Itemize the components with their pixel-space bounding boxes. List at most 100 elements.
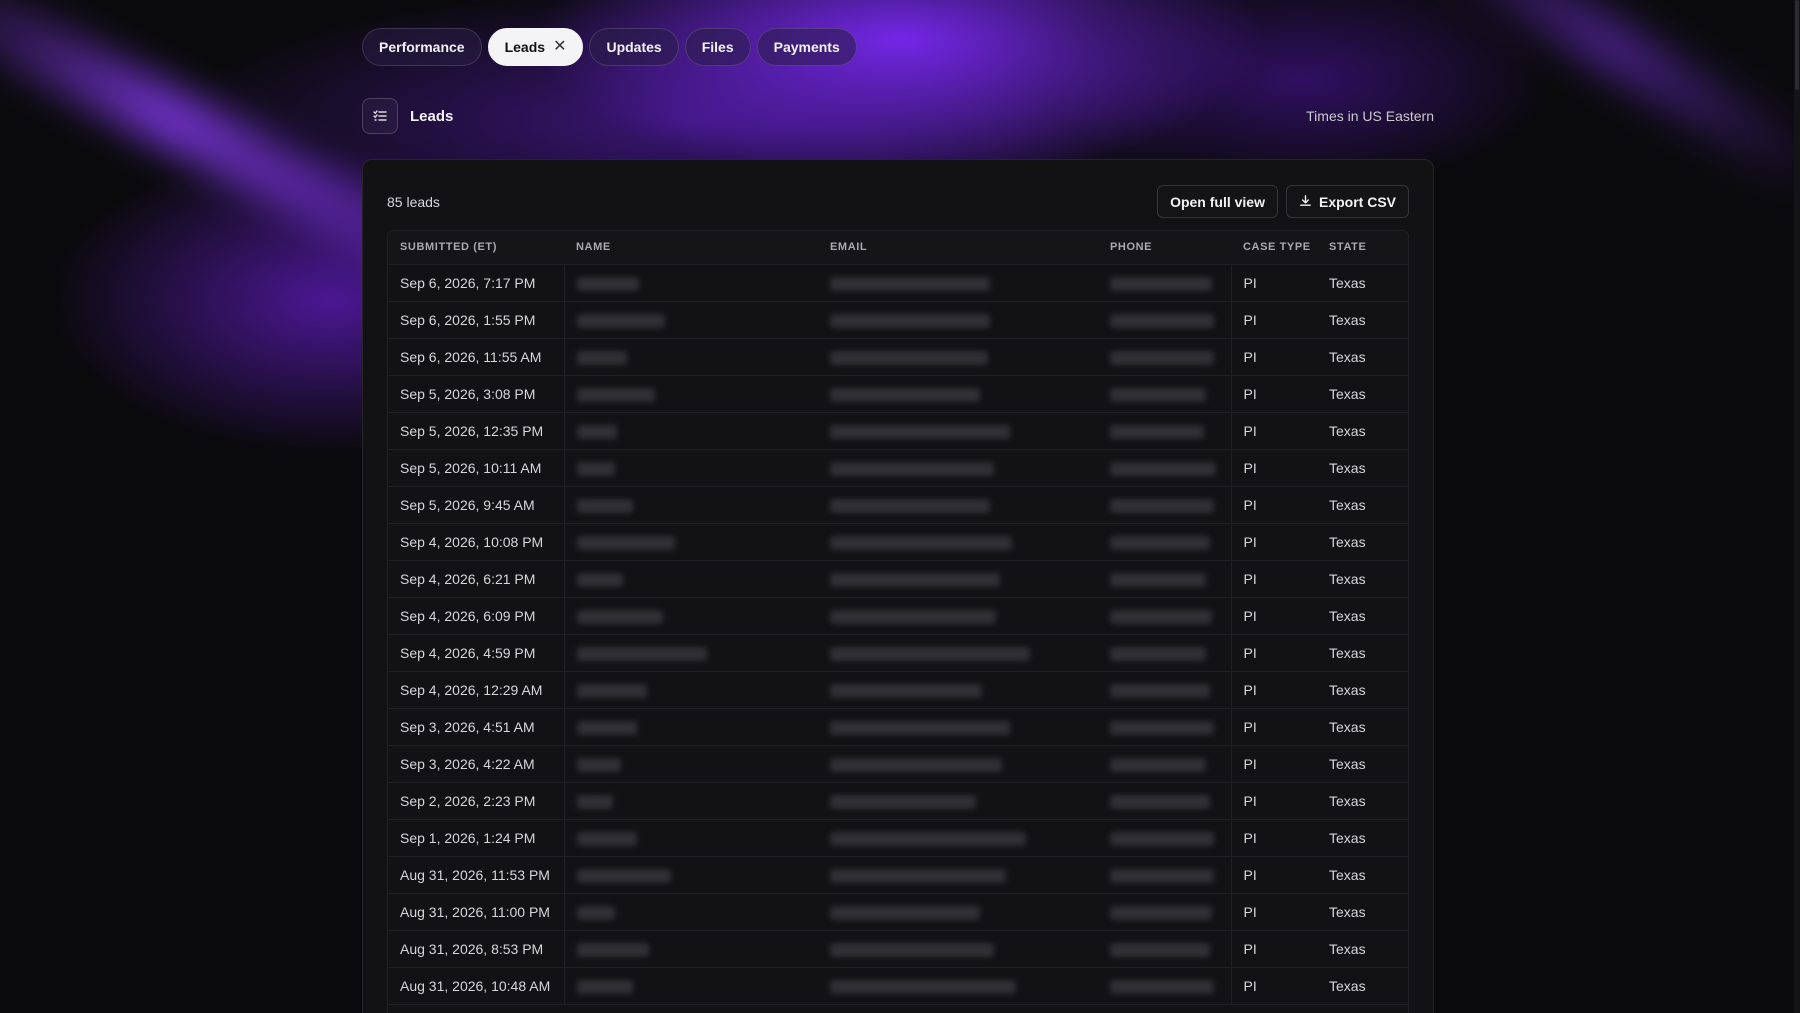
cell-submitted: Aug 31, 2026, 10:48 AM bbox=[388, 967, 565, 1005]
column-state[interactable]: STATE bbox=[1317, 231, 1408, 265]
table-row[interactable]: Sep 6, 2026, 1:55 PM PI Texas bbox=[388, 301, 1408, 339]
redacted-value bbox=[830, 905, 980, 920]
redacted-value bbox=[1110, 498, 1214, 513]
redacted-value bbox=[1110, 609, 1212, 624]
tab-bar: Performance Leads ✕ Updates Files Paymen… bbox=[362, 28, 857, 66]
redacted-value bbox=[1110, 720, 1214, 735]
redacted-value bbox=[830, 831, 1026, 846]
table-row[interactable]: Sep 5, 2026, 3:08 PM PI Texas bbox=[388, 375, 1408, 413]
redacted-value bbox=[830, 498, 990, 513]
redacted-value bbox=[830, 683, 982, 698]
column-case-type[interactable]: CASE TYPE bbox=[1231, 231, 1317, 265]
table-row[interactable]: Aug 31, 2026, 11:53 PM PI Texas bbox=[388, 856, 1408, 894]
redacted-value bbox=[576, 424, 617, 439]
redacted-value bbox=[576, 720, 637, 735]
cell-phone bbox=[1098, 671, 1231, 709]
table-row[interactable]: Sep 5, 2026, 9:45 AM PI Texas bbox=[388, 486, 1408, 524]
redacted-value bbox=[1110, 794, 1210, 809]
redacted-value bbox=[830, 609, 996, 624]
tab-performance[interactable]: Performance bbox=[362, 28, 482, 66]
cell-name bbox=[564, 375, 818, 413]
cell-submitted: Sep 2, 2026, 2:23 PM bbox=[388, 782, 565, 820]
cell-email bbox=[818, 486, 1098, 524]
redacted-value bbox=[576, 535, 675, 550]
cell-state: Texas bbox=[1317, 856, 1408, 894]
redacted-value bbox=[830, 646, 1030, 661]
cell-submitted: Sep 4, 2026, 12:29 AM bbox=[388, 671, 565, 709]
cell-name bbox=[564, 967, 818, 1005]
cell-submitted: Sep 6, 2026, 1:55 PM bbox=[388, 301, 565, 339]
table-row[interactable]: Sep 5, 2026, 10:11 AM PI Texas bbox=[388, 449, 1408, 487]
table-row[interactable]: Sep 6, 2026, 11:55 AM PI Texas bbox=[388, 338, 1408, 376]
cell-phone bbox=[1098, 856, 1231, 894]
tab-files[interactable]: Files bbox=[684, 28, 751, 66]
redacted-value bbox=[576, 609, 663, 624]
tab-leads[interactable]: Leads ✕ bbox=[487, 28, 584, 66]
cell-name bbox=[564, 782, 818, 820]
list-filter-icon[interactable] bbox=[362, 98, 398, 134]
cell-submitted: Sep 6, 2026, 7:17 PM bbox=[388, 264, 565, 302]
cell-case-type: PI bbox=[1230, 301, 1317, 339]
redacted-value bbox=[830, 572, 1000, 587]
cell-submitted: Aug 31, 2026, 8:53 PM bbox=[388, 930, 565, 968]
redacted-value bbox=[1110, 942, 1210, 957]
cell-name bbox=[564, 523, 818, 561]
card-actions: Open full view Export CSV bbox=[1157, 185, 1409, 218]
cell-name bbox=[564, 338, 818, 376]
cell-case-type: PI bbox=[1230, 597, 1317, 635]
cell-submitted: Sep 4, 2026, 6:09 PM bbox=[388, 597, 565, 635]
cell-name bbox=[564, 560, 818, 598]
cell-state: Texas bbox=[1317, 486, 1408, 524]
cell-phone bbox=[1098, 967, 1231, 1005]
table-row[interactable]: Sep 5, 2026, 12:35 PM PI Texas bbox=[388, 412, 1408, 450]
redacted-value bbox=[830, 387, 980, 402]
cell-email bbox=[818, 967, 1098, 1005]
cell-submitted: Aug 31, 2026, 11:53 PM bbox=[388, 856, 565, 894]
redacted-value bbox=[576, 646, 707, 661]
table-row[interactable]: Sep 3, 2026, 4:51 AM PI Texas bbox=[388, 708, 1408, 746]
cell-email bbox=[818, 338, 1098, 376]
redacted-value bbox=[830, 979, 1016, 994]
table-row[interactable]: Sep 4, 2026, 10:08 PM PI Texas bbox=[388, 523, 1408, 561]
redacted-value bbox=[830, 720, 1010, 735]
column-name[interactable]: NAME bbox=[564, 231, 818, 265]
table-row[interactable]: Sep 1, 2026, 1:24 PM PI Texas bbox=[388, 819, 1408, 857]
table-row[interactable]: Sep 4, 2026, 6:09 PM PI Texas bbox=[388, 597, 1408, 635]
cell-case-type: PI bbox=[1230, 375, 1317, 413]
redacted-value bbox=[576, 498, 633, 513]
close-icon[interactable]: ✕ bbox=[553, 39, 566, 55]
leads-count: 85 leads bbox=[387, 194, 440, 210]
export-csv-button[interactable]: Export CSV bbox=[1285, 185, 1409, 218]
cell-state: Texas bbox=[1317, 893, 1408, 931]
cell-state: Texas bbox=[1317, 634, 1408, 672]
tab-payments[interactable]: Payments bbox=[756, 28, 857, 66]
cell-submitted: Sep 5, 2026, 12:35 PM bbox=[388, 412, 565, 450]
table-row[interactable]: Aug 31, 2026, 10:48 AM PI Texas bbox=[388, 967, 1408, 1005]
cell-state: Texas bbox=[1317, 930, 1408, 968]
table-row[interactable]: Sep 4, 2026, 6:21 PM PI Texas bbox=[388, 560, 1408, 598]
table-row[interactable]: Sep 2, 2026, 2:23 PM PI Texas bbox=[388, 782, 1408, 820]
redacted-value bbox=[576, 757, 621, 772]
table-row[interactable]: Aug 31, 2026, 8:53 PM PI Texas bbox=[388, 930, 1408, 968]
column-submitted[interactable]: SUBMITTED (ET) bbox=[388, 231, 564, 265]
cell-name bbox=[564, 301, 818, 339]
open-full-view-button[interactable]: Open full view bbox=[1157, 185, 1278, 218]
column-phone[interactable]: PHONE bbox=[1098, 231, 1231, 265]
page-scrollbar[interactable] bbox=[1794, 0, 1800, 1013]
cell-case-type: PI bbox=[1230, 560, 1317, 598]
table-row[interactable]: Sep 4, 2026, 4:59 PM PI Texas bbox=[388, 634, 1408, 672]
leads-table-container[interactable]: SUBMITTED (ET) NAME EMAIL PHONE CASE TYP… bbox=[387, 230, 1409, 1013]
table-row[interactable]: Sep 4, 2026, 12:29 AM PI Texas bbox=[388, 671, 1408, 709]
redacted-value bbox=[1110, 905, 1212, 920]
cell-name bbox=[564, 264, 818, 302]
cell-email bbox=[818, 264, 1098, 302]
column-email[interactable]: EMAIL bbox=[818, 231, 1098, 265]
table-row[interactable]: Aug 31, 2026, 11:00 PM PI Texas bbox=[388, 893, 1408, 931]
cell-phone bbox=[1098, 893, 1231, 931]
table-row[interactable]: Sep 3, 2026, 4:22 AM PI Texas bbox=[388, 745, 1408, 783]
tab-updates[interactable]: Updates bbox=[589, 28, 679, 66]
cell-name bbox=[564, 634, 818, 672]
table-row[interactable]: Sep 6, 2026, 7:17 PM PI Texas bbox=[388, 264, 1408, 302]
cell-state: Texas bbox=[1317, 264, 1408, 302]
cell-email bbox=[818, 745, 1098, 783]
